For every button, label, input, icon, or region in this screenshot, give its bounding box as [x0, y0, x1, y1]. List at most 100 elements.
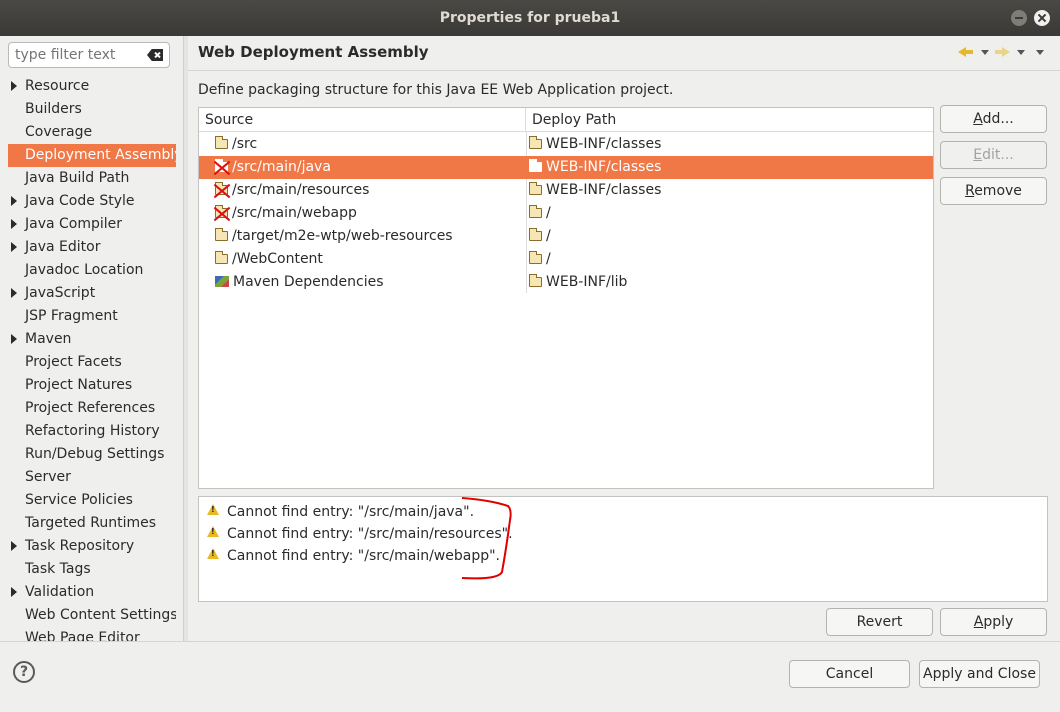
expand-arrow-icon[interactable] [11, 196, 17, 206]
nav-item-builders[interactable]: Builders [8, 98, 176, 121]
forward-arrow-icon[interactable] [994, 44, 1010, 60]
deploy-path: / [546, 228, 551, 244]
nav-item-label: Web Page Editor [25, 630, 140, 641]
source-path: /src/main/java [232, 159, 331, 175]
deploy-path-cell: / [529, 202, 551, 225]
deploy-path: / [546, 251, 551, 267]
column-header-deploy-path[interactable]: Deploy Path [526, 108, 933, 132]
nav-item-resource[interactable]: Resource [8, 75, 176, 98]
nav-item-javascript[interactable]: JavaScript [8, 282, 176, 305]
nav-item-label: Targeted Runtimes [25, 515, 157, 531]
table-row[interactable]: Maven Dependencies WEB-INF/lib [199, 271, 933, 294]
nav-item-label: Web Content Settings [25, 607, 176, 623]
revert-button[interactable]: Revert [826, 608, 933, 636]
nav-item-web-content-settings[interactable]: Web Content Settings [8, 604, 176, 627]
column-header-source[interactable]: Source [199, 108, 526, 132]
deploy-path-cell: WEB-INF/lib [529, 271, 627, 294]
expand-arrow-icon[interactable] [11, 242, 17, 252]
red-annotation-bracket [461, 497, 512, 580]
folder-icon [529, 205, 542, 218]
close-icon[interactable] [1034, 10, 1050, 26]
cancel-button[interactable]: Cancel [789, 660, 910, 688]
table-row[interactable]: /src/main/webapp / [199, 202, 933, 225]
nav-item-label: Run/Debug Settings [25, 446, 165, 462]
nav-item-label: JavaScript [25, 285, 96, 301]
nav-item-task-repository[interactable]: Task Repository [8, 535, 176, 558]
folder-icon [529, 228, 542, 241]
source-cell: /WebContent [215, 248, 323, 271]
forward-history-dropdown-icon[interactable] [1017, 50, 1025, 55]
source-path: /src/main/webapp [232, 205, 357, 221]
minimize-icon[interactable] [1011, 10, 1027, 26]
expand-arrow-icon[interactable] [11, 541, 17, 551]
expand-arrow-icon[interactable] [11, 81, 17, 91]
nav-item-run-debug-settings[interactable]: Run/Debug Settings [8, 443, 176, 466]
nav-item-label: Coverage [25, 124, 93, 140]
warning-text: Cannot find entry: "/src/main/java". [227, 504, 475, 520]
nav-item-label: Task Tags [25, 561, 91, 577]
nav-item-server[interactable]: Server [8, 466, 176, 489]
nav-item-java-compiler[interactable]: Java Compiler [8, 213, 176, 236]
splitter[interactable] [183, 36, 188, 642]
table-row[interactable]: /src WEB-INF/classes [199, 133, 933, 156]
nav-item-label: Server [25, 469, 71, 485]
deploy-path: / [546, 205, 551, 221]
nav-item-deployment-assembly[interactable]: Deployment Assembly [8, 144, 176, 167]
filter-box[interactable] [8, 42, 170, 68]
nav-item-refactoring-history[interactable]: Refactoring History [8, 420, 176, 443]
nav-item-label: Deployment Assembly [25, 147, 176, 163]
expand-arrow-icon[interactable] [11, 288, 17, 298]
nav-item-project-references[interactable]: Project References [8, 397, 176, 420]
add-button[interactable]: Add... [940, 105, 1047, 133]
nav-item-label: Project Natures [25, 377, 133, 393]
table-row[interactable]: /src/main/resources WEB-INF/classes [199, 179, 933, 202]
nav-item-service-policies[interactable]: Service Policies [8, 489, 176, 512]
nav-item-targeted-runtimes[interactable]: Targeted Runtimes [8, 512, 176, 535]
nav-item-web-page-editor[interactable]: Web Page Editor [8, 627, 176, 641]
nav-item-java-build-path[interactable]: Java Build Path [8, 167, 176, 190]
nav-item-project-natures[interactable]: Project Natures [8, 374, 176, 397]
deploy-path-cell: WEB-INF/classes [529, 156, 661, 179]
expand-arrow-icon[interactable] [11, 334, 17, 344]
source-cell: /target/m2e-wtp/web-resources [215, 225, 453, 248]
nav-item-label: Java Build Path [25, 170, 130, 186]
filter-input[interactable] [15, 46, 143, 64]
nav-item-javadoc-location[interactable]: Javadoc Location [8, 259, 176, 282]
help-icon[interactable]: ? [13, 661, 35, 683]
remove-button[interactable]: Remove [940, 177, 1047, 205]
clear-filter-icon[interactable] [147, 49, 163, 61]
table-row[interactable]: /WebContent / [199, 248, 933, 271]
deploy-path-cell: / [529, 225, 551, 248]
nav-item-label: Maven [25, 331, 72, 347]
nav-item-java-code-style[interactable]: Java Code Style [8, 190, 176, 213]
warning-icon [207, 526, 219, 537]
expand-arrow-icon[interactable] [11, 587, 17, 597]
folder-icon [529, 274, 542, 287]
source-cell: /src [215, 133, 257, 156]
page-menu-icon[interactable] [1036, 50, 1044, 55]
source-cell: /src/main/java [215, 156, 331, 179]
nav-item-task-tags[interactable]: Task Tags [8, 558, 176, 581]
page-title: Web Deployment Assembly [198, 43, 429, 61]
back-arrow-icon[interactable] [958, 44, 974, 60]
table-row[interactable]: /src/main/java WEB-INF/classes [199, 156, 933, 179]
title-bar: Properties for prueba1 [0, 0, 1060, 36]
apply-and-close-button[interactable]: Apply and Close [919, 660, 1040, 688]
deploy-path-cell: WEB-INF/classes [529, 179, 661, 202]
nav-item-validation[interactable]: Validation [8, 581, 176, 604]
properties-dialog: Properties for prueba1 Resource Builders C… [0, 0, 1060, 712]
nav-item-maven[interactable]: Maven [8, 328, 176, 351]
nav-item-coverage[interactable]: Coverage [8, 121, 176, 144]
back-history-dropdown-icon[interactable] [981, 50, 989, 55]
nav-item-java-editor[interactable]: Java Editor [8, 236, 176, 259]
source-cell: /src/main/webapp [215, 202, 357, 225]
nav-item-label: Service Policies [25, 492, 133, 508]
edit-button[interactable]: Edit... [940, 141, 1047, 169]
source-path: /src [232, 136, 258, 152]
nav-item-project-facets[interactable]: Project Facets [8, 351, 176, 374]
deployment-assembly-table: Source Deploy Path /src WEB-INF/classes/s… [198, 107, 934, 489]
expand-arrow-icon[interactable] [11, 219, 17, 229]
nav-item-jsp-fragment[interactable]: JSP Fragment [8, 305, 176, 328]
table-row[interactable]: /target/m2e-wtp/web-resources / [199, 225, 933, 248]
apply-button[interactable]: Apply [940, 608, 1047, 636]
